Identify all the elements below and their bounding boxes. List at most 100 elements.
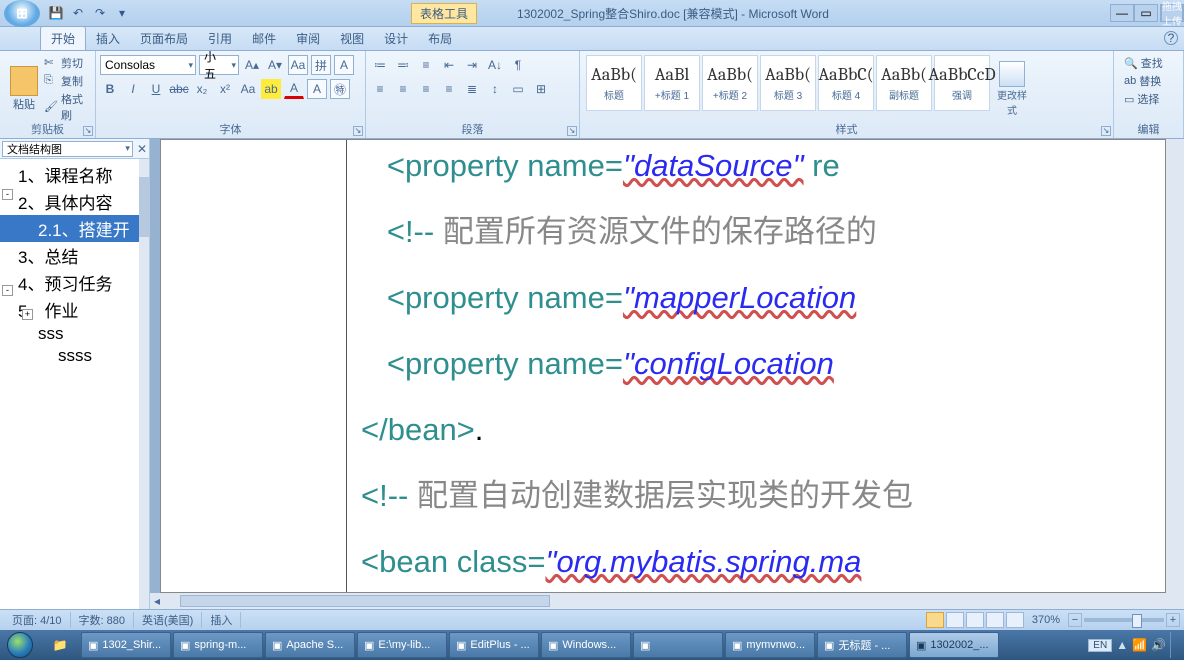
- pinyin-button[interactable]: 拼: [311, 55, 331, 75]
- status-mode[interactable]: 插入: [202, 612, 241, 628]
- tray-flag-icon[interactable]: ▲: [1116, 638, 1128, 652]
- tab-布局[interactable]: 布局: [418, 27, 462, 50]
- align-left-button[interactable]: ≡: [370, 79, 390, 99]
- show-marks-button[interactable]: ¶: [508, 55, 528, 75]
- subscript-button[interactable]: x₂: [192, 79, 212, 99]
- shrink-font-button[interactable]: A▾: [265, 55, 285, 75]
- outline-view-button[interactable]: [986, 612, 1004, 628]
- docmap-expand-icon[interactable]: +: [22, 309, 33, 320]
- style-item[interactable]: AaBb(标题 3: [760, 55, 816, 111]
- bullets-button[interactable]: ≔: [370, 55, 390, 75]
- web-view-button[interactable]: [966, 612, 984, 628]
- docmap-item[interactable]: sss: [0, 323, 139, 345]
- zoom-slider[interactable]: [1084, 618, 1164, 622]
- char-shading-button[interactable]: A: [307, 79, 327, 99]
- font-size-combo[interactable]: 小五: [199, 55, 239, 75]
- style-item[interactable]: AaBbC(标题 4: [818, 55, 874, 111]
- taskbar-item[interactable]: ▣EditPlus - ...: [449, 632, 539, 658]
- strike-button[interactable]: abc: [169, 79, 189, 99]
- draft-view-button[interactable]: [1006, 612, 1024, 628]
- tab-视图[interactable]: 视图: [330, 27, 374, 50]
- tray-network-icon[interactable]: 📶: [1132, 638, 1147, 652]
- bold-button[interactable]: B: [100, 79, 120, 99]
- tab-开始[interactable]: 开始: [40, 26, 86, 50]
- zoom-in-button[interactable]: +: [1166, 613, 1180, 627]
- status-language[interactable]: 英语(美国): [134, 612, 202, 628]
- status-words[interactable]: 字数: 880: [71, 612, 134, 628]
- taskbar-item[interactable]: ▣Apache S...: [265, 632, 355, 658]
- taskbar-item[interactable]: ▣无标题 - ...: [817, 632, 907, 658]
- taskbar-item[interactable]: ▣1302002_...: [909, 632, 999, 658]
- replace-button[interactable]: ab替换: [1124, 73, 1173, 89]
- tab-邮件[interactable]: 邮件: [242, 27, 286, 50]
- select-button[interactable]: ▭选择: [1124, 91, 1173, 107]
- change-case-button[interactable]: Aa: [238, 79, 258, 99]
- shading-button[interactable]: ▭: [508, 79, 528, 99]
- tab-设计[interactable]: 设计: [374, 27, 418, 50]
- taskbar-item[interactable]: ▣E:\my-lib...: [357, 632, 447, 658]
- docmap-item[interactable]: 4、预习任务: [0, 269, 139, 296]
- zoom-out-button[interactable]: −: [1068, 613, 1082, 627]
- docmap-item[interactable]: 2、具体内容: [0, 188, 139, 215]
- underline-button[interactable]: U: [146, 79, 166, 99]
- change-styles-button[interactable]: 更改样式: [992, 53, 1032, 125]
- style-item[interactable]: AaBb(标题: [586, 55, 642, 111]
- taskbar-item[interactable]: ▣spring-m...: [173, 632, 263, 658]
- font-name-combo[interactable]: Consolas: [100, 55, 196, 75]
- format-painter-button[interactable]: 🖌格式刷: [44, 91, 91, 123]
- fullscreen-view-button[interactable]: [946, 612, 964, 628]
- multilevel-button[interactable]: ≡: [416, 55, 436, 75]
- paragraph-dialog-launcher[interactable]: ↘: [567, 126, 577, 136]
- qat-more-icon[interactable]: ▾: [114, 5, 130, 21]
- docmap-item[interactable]: 1、课程名称: [0, 161, 139, 188]
- docmap-view-combo[interactable]: 文档结构图: [2, 141, 133, 157]
- tab-插入[interactable]: 插入: [86, 27, 130, 50]
- enclose-char-button[interactable]: ㊕: [330, 79, 350, 99]
- grow-font-button[interactable]: A▴: [242, 55, 262, 75]
- char-border-button[interactable]: A: [334, 55, 354, 75]
- docmap-item[interactable]: 3、总结: [0, 242, 139, 269]
- system-tray[interactable]: EN ▲ 📶 🔊: [1082, 632, 1184, 658]
- superscript-button[interactable]: x²: [215, 79, 235, 99]
- undo-icon[interactable]: ↶: [70, 5, 86, 21]
- office-button[interactable]: ⊞: [4, 0, 40, 27]
- borders-button[interactable]: ⊞: [531, 79, 551, 99]
- docmap-scrollbar[interactable]: [139, 159, 149, 609]
- align-center-button[interactable]: ≡: [393, 79, 413, 99]
- taskbar-item[interactable]: ▣Windows...: [541, 632, 631, 658]
- horizontal-scrollbar[interactable]: ◂: [150, 593, 1184, 609]
- redo-icon[interactable]: ↷: [92, 5, 108, 21]
- cut-button[interactable]: ✄剪切: [44, 55, 91, 71]
- copy-button[interactable]: ⎘复制: [44, 73, 91, 89]
- styles-dialog-launcher[interactable]: ↘: [1101, 126, 1111, 136]
- justify-button[interactable]: ≡: [439, 79, 459, 99]
- tray-volume-icon[interactable]: 🔊: [1151, 638, 1166, 652]
- style-item[interactable]: AaBbCcD强调: [934, 55, 990, 111]
- docmap-item[interactable]: ssss: [0, 345, 139, 367]
- highlight-button[interactable]: ab: [261, 79, 281, 99]
- pinned-explorer[interactable]: 📁: [40, 631, 80, 659]
- tab-引用[interactable]: 引用: [198, 27, 242, 50]
- numbering-button[interactable]: ≕: [393, 55, 413, 75]
- taskbar-item[interactable]: ▣1302_Shir...: [81, 632, 171, 658]
- font-color-button[interactable]: A: [284, 79, 304, 99]
- taskbar-item[interactable]: ▣mymvnwo...: [725, 632, 815, 658]
- print-layout-view-button[interactable]: [926, 612, 944, 628]
- align-right-button[interactable]: ≡: [416, 79, 436, 99]
- tab-页面布局[interactable]: 页面布局: [130, 27, 198, 50]
- decrease-indent-button[interactable]: ⇤: [439, 55, 459, 75]
- vertical-scrollbar[interactable]: [1166, 139, 1184, 593]
- increase-indent-button[interactable]: ⇥: [462, 55, 482, 75]
- font-dialog-launcher[interactable]: ↘: [353, 126, 363, 136]
- status-page[interactable]: 页面: 4/10: [4, 612, 71, 628]
- sort-button[interactable]: A↓: [485, 55, 505, 75]
- style-item[interactable]: AaBl+标题 1: [644, 55, 700, 111]
- minimize-button[interactable]: —: [1110, 4, 1134, 22]
- italic-button[interactable]: I: [123, 79, 143, 99]
- taskbar-item[interactable]: ▣: [633, 632, 723, 658]
- line-spacing-button[interactable]: ↕: [485, 79, 505, 99]
- docmap-expand-icon[interactable]: -: [2, 189, 13, 200]
- document-page[interactable]: <property name="dataSource" re <!-- 配置所有…: [160, 139, 1166, 593]
- style-item[interactable]: AaBb(+标题 2: [702, 55, 758, 111]
- save-icon[interactable]: 💾: [48, 5, 64, 21]
